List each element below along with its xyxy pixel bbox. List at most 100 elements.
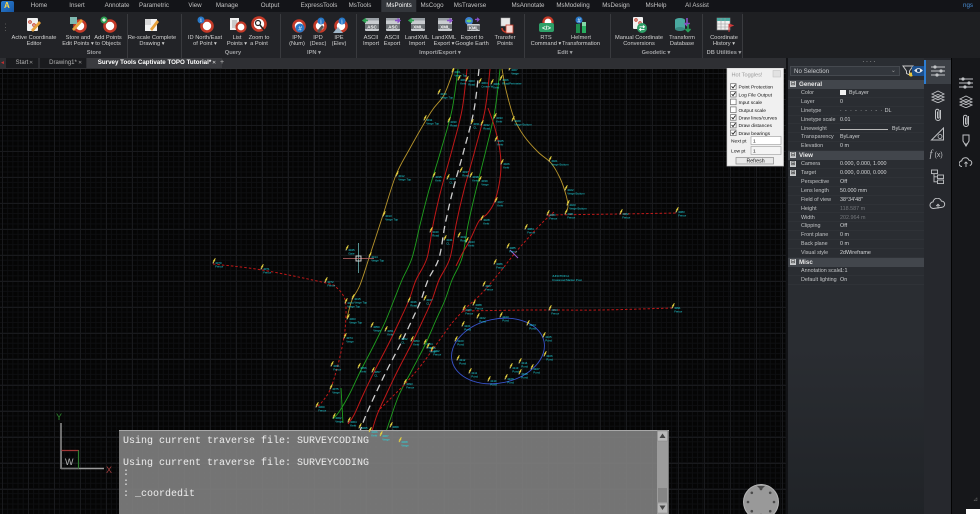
svg-text:Fence: Fence xyxy=(509,249,517,253)
svg-text:Fence: Fence xyxy=(567,215,575,219)
svg-text:CL: CL xyxy=(401,340,405,344)
svg-text:Pond: Pond xyxy=(490,382,497,386)
svg-text:Fence: Fence xyxy=(485,287,493,291)
svg-text:Kerb: Kerb xyxy=(387,332,393,336)
svg-text:Refresh: Refresh xyxy=(747,159,765,165)
svg-text:Pond: Pond xyxy=(533,370,540,374)
svg-text:Kerb: Kerb xyxy=(497,203,503,207)
svg-text:Fence: Fence xyxy=(622,215,630,219)
svg-text:Kerb: Kerb xyxy=(460,81,466,85)
svg-text:Pond: Pond xyxy=(512,369,519,373)
svg-text:Input scale: Input scale xyxy=(739,100,763,106)
svg-text:Kerb: Kerb xyxy=(497,142,503,146)
svg-text:Next pt: Next pt xyxy=(731,139,747,145)
svg-text:Fence: Fence xyxy=(527,230,535,234)
svg-text:(x): (x) xyxy=(934,152,942,159)
svg-text:X: X xyxy=(106,465,112,475)
svg-text:Pond: Pond xyxy=(521,375,528,379)
svg-text:Kerb: Kerb xyxy=(360,369,366,373)
svg-text:Fence: Fence xyxy=(475,306,483,310)
svg-text:CL: CL xyxy=(426,301,430,305)
svg-text:Verge: Verge xyxy=(382,437,390,441)
svg-text:CL: CL xyxy=(449,180,453,184)
svg-text:Verge Top: Verge Top xyxy=(385,217,398,221)
svg-text:Kerb: Kerb xyxy=(472,178,478,182)
svg-text:Fence: Fence xyxy=(549,216,557,220)
svg-text:Verge: Verge xyxy=(332,390,340,394)
svg-text:Verge Bottom: Verge Bottom xyxy=(551,162,569,166)
svg-text:CL: CL xyxy=(473,125,477,129)
svg-text:W: W xyxy=(65,457,74,467)
svg-text:Pond: Pond xyxy=(546,357,553,361)
svg-text:Fence: Fence xyxy=(318,408,326,412)
svg-text:Y: Y xyxy=(56,412,62,422)
svg-text:Verge Bottom: Verge Bottom xyxy=(569,206,587,210)
svg-text:Verge Bottom: Verge Bottom xyxy=(567,191,585,195)
svg-text:Road: Road xyxy=(410,303,417,307)
svg-text:Pond: Pond xyxy=(507,380,514,384)
svg-text:Road: Road xyxy=(468,82,475,86)
svg-text:Verge: Verge xyxy=(335,419,343,423)
svg-text:CL: CL xyxy=(446,241,450,245)
svg-text:Verge Top: Verge Top xyxy=(426,121,439,125)
svg-text:Kerb: Kerb xyxy=(468,243,474,247)
svg-text:Verge Top: Verge Top xyxy=(454,73,467,77)
svg-text:Verge Top: Verge Top xyxy=(371,258,384,262)
svg-text:Fence: Fence xyxy=(406,385,414,389)
svg-text:1: 1 xyxy=(753,139,756,145)
svg-text:Pond: Pond xyxy=(521,364,528,368)
svg-text:Pond: Pond xyxy=(529,326,536,330)
svg-text:Verge: Verge xyxy=(373,328,381,332)
svg-text:f: f xyxy=(929,149,933,159)
svg-text:Verge: Verge xyxy=(346,339,354,343)
svg-text:Draw distances: Draw distances xyxy=(739,123,773,129)
svg-text:Pond: Pond xyxy=(464,327,471,331)
svg-text:Pond: Pond xyxy=(471,374,478,378)
svg-text:ASC: ASC xyxy=(388,24,398,29)
svg-text:XML: XML xyxy=(440,24,450,29)
svg-text:Kerb: Kerb xyxy=(371,433,377,437)
svg-text:Fence: Fence xyxy=(551,311,559,315)
svg-text:Draw bearings: Draw bearings xyxy=(739,131,771,137)
svg-text:KML: KML xyxy=(469,25,479,30)
svg-text:CL: CL xyxy=(374,373,378,377)
svg-text:Center W: Center W xyxy=(481,84,493,88)
svg-text:Fence: Fence xyxy=(678,213,686,217)
svg-text:Kerb: Kerb xyxy=(413,342,419,346)
svg-text:Road: Road xyxy=(450,123,457,127)
svg-text:#: # xyxy=(298,26,302,33)
svg-text:XML: XML xyxy=(413,24,423,29)
svg-text:Verge: Verge xyxy=(511,71,519,75)
svg-text:Kerb: Kerb xyxy=(435,178,441,182)
svg-text:Pond: Pond xyxy=(545,338,552,342)
svg-text:Kerb: Kerb xyxy=(496,119,502,123)
svg-text:Fence: Fence xyxy=(465,311,473,315)
svg-text:Point Protection: Point Protection xyxy=(739,85,774,91)
svg-text:Pond: Pond xyxy=(459,361,466,365)
svg-text:RoadPerimeter: RoadPerimeter xyxy=(502,81,521,85)
svg-text:Pond: Pond xyxy=(479,319,486,323)
svg-text:Verge: Verge xyxy=(481,182,489,186)
svg-text:Pond: Pond xyxy=(502,318,509,322)
svg-text:Road: Road xyxy=(462,173,469,177)
svg-text:Fence: Fence xyxy=(496,265,504,269)
svg-text:Verge Top: Verge Top xyxy=(347,304,360,308)
svg-text:Using current traverse file: S: Using current traverse file: SURVEYCODIN… xyxy=(123,435,369,447)
svg-text:Using current traverse file: S: Using current traverse file: SURVEYCODIN… xyxy=(123,457,369,469)
svg-text:Gate: Gate xyxy=(348,251,355,255)
svg-text:Kerb: Kerb xyxy=(483,221,489,225)
svg-text:Verge Top: Verge Top xyxy=(440,95,453,99)
svg-text:Verge Top: Verge Top xyxy=(398,177,411,181)
svg-text:Fence: Fence xyxy=(674,309,682,313)
svg-text:ASC: ASC xyxy=(367,24,377,29)
svg-text:Output scale: Output scale xyxy=(739,108,767,114)
svg-text:Kerb: Kerb xyxy=(350,423,356,427)
svg-text:1: 1 xyxy=(753,149,756,155)
svg-text:Fence: Fence xyxy=(433,352,441,356)
svg-text:Road: Road xyxy=(483,126,490,130)
svg-text:Fence: Fence xyxy=(333,367,341,371)
svg-text:Verge Top: Verge Top xyxy=(349,320,362,324)
svg-text:Verge Bottom: Verge Bottom xyxy=(514,122,532,126)
svg-text:Crossroad Marker Post: Crossroad Marker Post xyxy=(552,278,582,282)
svg-text:Low pt: Low pt xyxy=(731,149,746,155)
